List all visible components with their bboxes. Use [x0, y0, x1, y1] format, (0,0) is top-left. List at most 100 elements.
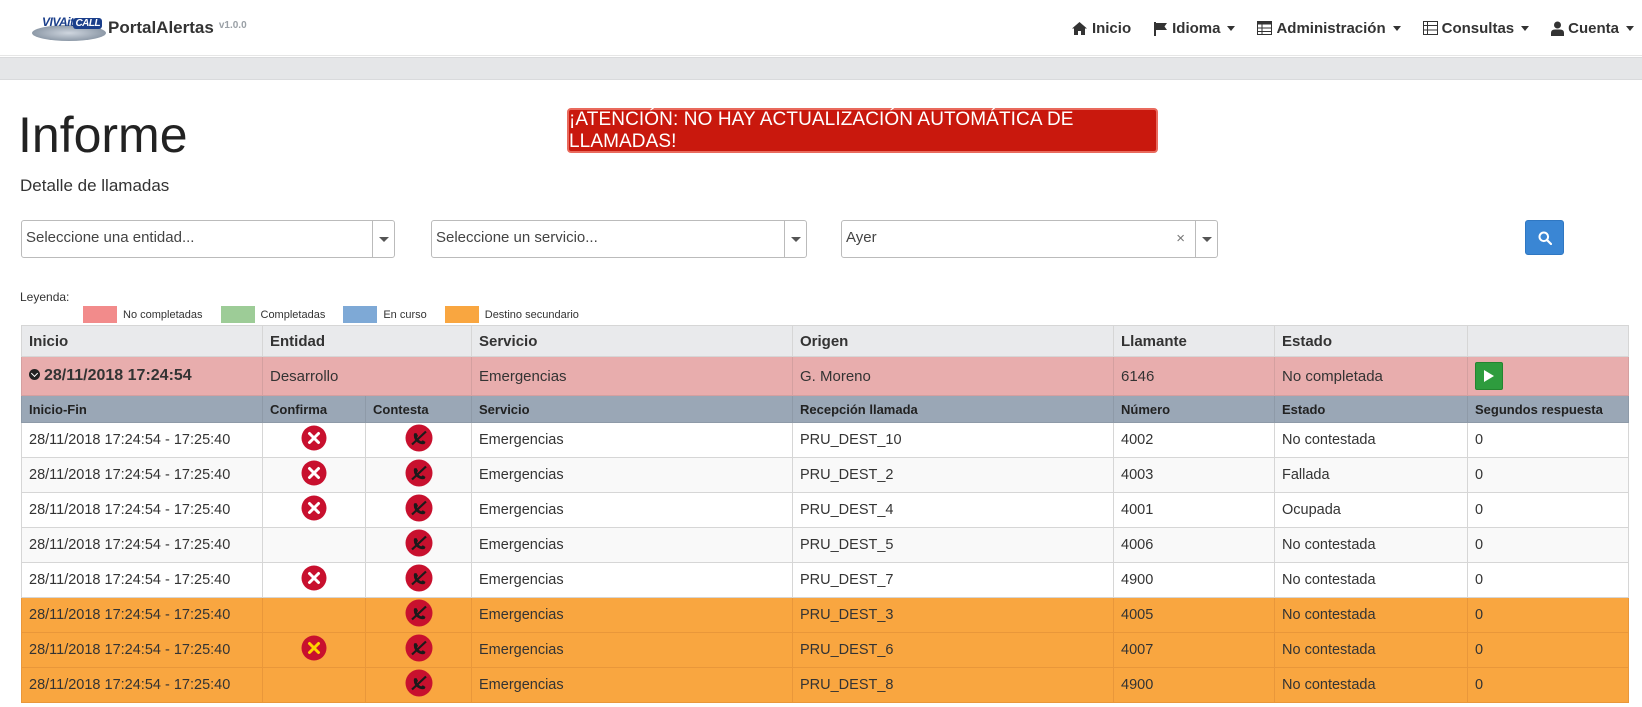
detail-column-header: Segundos respuesta — [1467, 395, 1629, 423]
service-select[interactable]: Seleccione un servicio... — [431, 220, 807, 258]
hangup-icon — [405, 494, 432, 522]
entity-select[interactable]: Seleccione una entidad... — [21, 220, 395, 258]
detail-start-end: 28/11/2018 17:24:54 - 17:25:40 — [21, 457, 263, 493]
detail-seconds: 0 — [1467, 457, 1629, 493]
confirm-cell — [262, 667, 366, 703]
detail-reception: PRU_DEST_2 — [792, 457, 1114, 493]
detail-reception: PRU_DEST_4 — [792, 492, 1114, 528]
call-status: No completada — [1274, 356, 1468, 396]
caret-down-icon — [1626, 25, 1634, 31]
nav-inicio[interactable]: Inicio — [1071, 20, 1131, 37]
app-name: PortalAlertas — [108, 18, 214, 37]
confirm-cell — [262, 422, 366, 458]
detail-start-end: 28/11/2018 17:24:54 - 17:25:40 — [21, 422, 263, 458]
breadcrumb-bar — [0, 57, 1642, 80]
detail-number: 4006 — [1113, 527, 1275, 563]
expand-chevron-icon[interactable] — [29, 369, 40, 381]
detail-reception: PRU_DEST_6 — [792, 632, 1114, 668]
call-start: 28/11/2018 17:24:54 — [44, 367, 192, 384]
hangup-icon — [405, 424, 432, 452]
detail-service: Emergencias — [471, 527, 793, 563]
column-header[interactable]: Llamante — [1113, 325, 1275, 357]
detail-start-end: 28/11/2018 17:24:54 - 17:25:40 — [21, 632, 263, 668]
table-row[interactable]: 28/11/2018 17:24:54 - 17:25:40 Emergencia… — [21, 422, 1629, 458]
detail-seconds: 0 — [1467, 492, 1629, 528]
detail-number: 4002 — [1113, 422, 1275, 458]
nav-consultas[interactable]: Consultas — [1422, 20, 1530, 37]
legend-label: Destino secundario — [484, 308, 579, 321]
detail-seconds: 0 — [1467, 667, 1629, 703]
table-row[interactable]: 28/11/2018 17:24:54 - 17:25:40 Emergencia… — [21, 457, 1629, 493]
detail-rows: 28/11/2018 17:24:54 - 17:25:40 Emergencia… — [21, 422, 1629, 703]
app-version: v1.0.0 — [218, 19, 247, 31]
list-icon — [1422, 21, 1438, 35]
detail-service: Emergencias — [471, 632, 793, 668]
search-icon — [1538, 231, 1552, 245]
column-header[interactable]: Entidad — [262, 325, 472, 357]
legend-label: En curso — [383, 308, 427, 321]
detail-reception: PRU_DEST_5 — [792, 527, 1114, 563]
clear-icon[interactable]: × — [1176, 230, 1185, 247]
detail-status: No contestada — [1274, 632, 1468, 668]
column-header[interactable]: Inicio — [21, 325, 263, 357]
call-origin: G. Moreno — [792, 356, 1114, 396]
app-logo: VIVAit CALL — [30, 13, 106, 43]
nav-label: Cuenta — [1568, 19, 1619, 37]
detail-seconds: 0 — [1467, 632, 1629, 668]
column-header[interactable]: Origen — [792, 325, 1114, 357]
nav-administracion[interactable]: Administración — [1257, 19, 1401, 37]
warning-x-icon — [301, 635, 327, 661]
call-row[interactable]: 28/11/2018 17:24:54 Desarrollo Emergenci… — [21, 356, 1629, 396]
detail-status: No contestada — [1274, 597, 1468, 633]
confirm-cell — [262, 562, 366, 598]
home-icon — [1071, 21, 1087, 35]
chevron-down-icon[interactable] — [784, 221, 806, 257]
detail-reception: PRU_DEST_3 — [792, 597, 1114, 633]
table-row[interactable]: 28/11/2018 17:24:54 - 17:25:40 Emergencia… — [21, 562, 1629, 598]
legend-label: No completadas — [123, 308, 203, 321]
table-row[interactable]: 28/11/2018 17:24:54 - 17:25:40 Emergencia… — [21, 492, 1629, 528]
hangup-icon — [405, 599, 432, 627]
call-start-cell[interactable]: 28/11/2018 17:24:54 — [21, 356, 263, 396]
hangup-icon — [405, 564, 432, 592]
table-row[interactable]: 28/11/2018 17:24:54 - 17:25:40 Emergencia… — [21, 667, 1629, 703]
nav-cuenta[interactable]: Cuenta — [1551, 20, 1634, 37]
chevron-down-icon[interactable] — [1195, 221, 1217, 257]
legend-label: Completadas — [260, 308, 326, 321]
play-button[interactable] — [1475, 362, 1503, 390]
nav-idioma[interactable]: Idioma — [1153, 20, 1236, 37]
detail-service: Emergencias — [471, 562, 793, 598]
nav-label: Administración — [1276, 19, 1386, 37]
flag-icon — [1154, 21, 1168, 36]
legend-swatch-completadas — [220, 306, 255, 323]
detail-column-header: Recepción llamada — [792, 395, 1114, 423]
failed-x-icon — [301, 460, 327, 486]
detail-start-end: 28/11/2018 17:24:54 - 17:25:40 — [21, 562, 263, 598]
column-header[interactable]: Estado — [1274, 325, 1468, 357]
detail-start-end: 28/11/2018 17:24:54 - 17:25:40 — [21, 492, 263, 528]
confirm-cell — [262, 527, 366, 563]
detail-column-header: Contesta — [365, 395, 472, 423]
table-row[interactable]: 28/11/2018 17:24:54 - 17:25:40 Emergencia… — [21, 597, 1629, 633]
chevron-down-icon[interactable] — [372, 221, 394, 257]
detail-column-header: Estado — [1274, 395, 1468, 423]
detail-column-header: Inicio-Fin — [21, 395, 263, 423]
date-select[interactable]: Ayer × — [841, 220, 1218, 258]
detail-header: Inicio-Fin Confirma Contesta Servicio Re… — [21, 395, 1629, 423]
detail-service: Emergencias — [471, 667, 793, 703]
brand[interactable]: VIVAit CALL PortalAlertas v1.0.0 — [30, 12, 247, 44]
legend-swatch-destino-secundario — [444, 306, 479, 323]
detail-column-header: Servicio — [471, 395, 793, 423]
detail-number: 4900 — [1113, 667, 1275, 703]
detail-service: Emergencias — [471, 492, 793, 528]
caret-down-icon — [1521, 25, 1530, 31]
answer-cell — [365, 632, 472, 668]
confirm-cell — [262, 632, 366, 668]
column-header[interactable]: Servicio — [471, 325, 793, 357]
table-icon — [1257, 21, 1273, 35]
table-row[interactable]: 28/11/2018 17:24:54 - 17:25:40 Emergencia… — [21, 632, 1629, 668]
detail-column-header: Confirma — [262, 395, 366, 423]
search-button[interactable] — [1525, 220, 1564, 255]
detail-column-header: Número — [1113, 395, 1275, 423]
table-row[interactable]: 28/11/2018 17:24:54 - 17:25:40 Emergencia… — [21, 527, 1629, 563]
